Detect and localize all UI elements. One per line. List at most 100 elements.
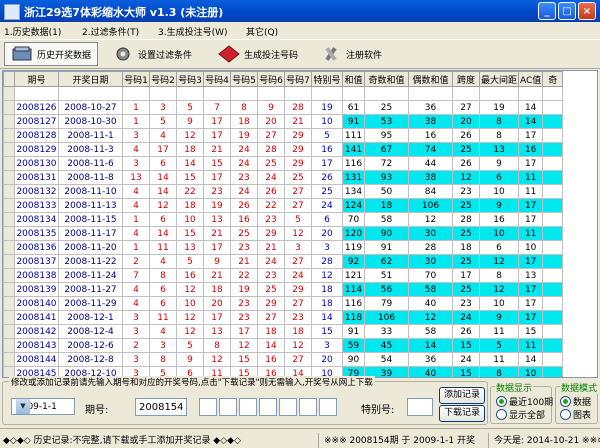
number-cell[interactable]: 3	[122, 128, 150, 143]
number-cell[interactable]: 14	[149, 184, 177, 199]
period-cell[interactable]: 2008130	[14, 156, 59, 171]
number-cell[interactable]: 6	[149, 212, 177, 227]
even-sum-cell[interactable]: 38	[408, 114, 453, 129]
minimize-button[interactable]: _	[538, 2, 556, 20]
ac-value-cell[interactable]: 17	[518, 282, 544, 297]
span-cell[interactable]: 28	[452, 212, 480, 227]
number-input-7[interactable]	[319, 398, 337, 416]
number-cell[interactable]: 4	[122, 142, 150, 157]
number-cell[interactable]: 9	[176, 352, 204, 367]
column-header[interactable]: 和值	[342, 71, 365, 87]
number-cell[interactable]: 10	[176, 296, 204, 311]
table-row[interactable]: 2008134 2008-11-15 1 6 10 13 16 23 5 6 70 58 12 28 16 1…	[3, 212, 564, 227]
special-number-cell[interactable]: 26	[311, 170, 343, 185]
number-cell[interactable]: 18	[230, 114, 258, 129]
number-cell[interactable]: 2	[122, 338, 150, 353]
date-cell[interactable]: 2008-11-3	[58, 142, 123, 157]
number-cell[interactable]: 12	[149, 198, 177, 213]
number-cell[interactable]: 1	[122, 240, 150, 255]
ac-value-cell[interactable]: 17	[518, 254, 544, 269]
overflow-cell[interactable]	[542, 170, 564, 185]
odd-sum-cell[interactable]: 56	[364, 282, 409, 297]
special-number-cell[interactable]: 15	[311, 324, 343, 339]
number-cell[interactable]: 13	[122, 170, 150, 185]
period-cell[interactable]: 2008135	[14, 226, 59, 241]
number-cell[interactable]: 19	[230, 128, 258, 143]
column-header[interactable]: 号码5	[230, 71, 258, 87]
span-cell[interactable]: 25	[452, 254, 480, 269]
date-cell[interactable]: 2008-10-27	[58, 100, 123, 115]
max-gap-cell[interactable]: 9	[478, 198, 520, 213]
row-header[interactable]	[3, 268, 15, 283]
number-cell[interactable]: 4	[149, 254, 177, 269]
number-cell[interactable]: 25	[284, 170, 312, 185]
column-header[interactable]: 号码2	[149, 71, 177, 87]
row-header[interactable]	[3, 198, 15, 213]
number-cell[interactable]: 23	[230, 296, 258, 311]
number-cell[interactable]: 21	[203, 142, 231, 157]
table-row[interactable]: 2008139 2008-11-27 4 6 12 18 19 25 29 18 114 56 58 25…	[3, 282, 564, 297]
number-cell[interactable]: 12	[176, 310, 204, 325]
ac-value-cell[interactable]: 17	[518, 156, 544, 171]
sum-cell[interactable]: 119	[342, 240, 365, 255]
empty-cell[interactable]	[542, 86, 564, 101]
period-cell[interactable]: 2008133	[14, 198, 59, 213]
sum-cell[interactable]: 111	[342, 128, 365, 143]
table-row[interactable]	[3, 86, 564, 101]
menu-other[interactable]: 其它(Q)	[246, 25, 278, 38]
overflow-cell[interactable]	[542, 268, 564, 283]
number-cell[interactable]: 17	[149, 142, 177, 157]
column-header[interactable]: 特别号	[311, 71, 343, 87]
number-cell[interactable]: 9	[257, 100, 285, 115]
number-cell[interactable]: 29	[284, 156, 312, 171]
period-input[interactable]: 2008154	[135, 398, 187, 416]
even-sum-cell[interactable]: 70	[408, 268, 453, 283]
number-cell[interactable]: 8	[203, 338, 231, 353]
sum-cell[interactable]: 124	[342, 198, 365, 213]
span-cell[interactable]: 27	[452, 100, 480, 115]
max-gap-cell[interactable]: 6	[478, 170, 520, 185]
number-cell[interactable]: 15	[203, 156, 231, 171]
number-cell[interactable]: 5	[176, 338, 204, 353]
even-sum-cell[interactable]: 74	[408, 142, 453, 157]
empty-cell[interactable]	[311, 86, 343, 101]
overflow-cell[interactable]	[542, 212, 564, 227]
overflow-cell[interactable]	[542, 296, 564, 311]
max-gap-cell[interactable]: 9	[478, 156, 520, 171]
date-cell[interactable]: 2008-12-4	[58, 324, 123, 339]
row-header[interactable]	[3, 254, 15, 269]
max-gap-cell[interactable]: 8	[478, 268, 520, 283]
number-cell[interactable]: 21	[257, 240, 285, 255]
ac-value-cell[interactable]: 11	[518, 184, 544, 199]
date-cell[interactable]: 2008-11-27	[58, 282, 123, 297]
number-cell[interactable]: 25	[257, 282, 285, 297]
number-cell[interactable]: 22	[257, 198, 285, 213]
odd-sum-cell[interactable]: 93	[364, 170, 409, 185]
special-number-cell[interactable]: 12	[311, 268, 343, 283]
date-cell[interactable]: 2008-11-1	[58, 128, 123, 143]
number-cell[interactable]: 27	[284, 254, 312, 269]
number-cell[interactable]: 8	[149, 268, 177, 283]
odd-sum-cell[interactable]: 91	[364, 240, 409, 255]
number-cell[interactable]: 1	[122, 212, 150, 227]
history-data-button[interactable]: 历史开奖数据	[4, 42, 98, 66]
number-cell[interactable]: 4	[149, 324, 177, 339]
empty-cell[interactable]	[364, 86, 409, 101]
empty-cell[interactable]	[230, 86, 258, 101]
odd-sum-cell[interactable]: 67	[364, 142, 409, 157]
number-cell[interactable]: 18	[284, 324, 312, 339]
number-cell[interactable]: 29	[284, 282, 312, 297]
row-header[interactable]	[3, 128, 15, 143]
date-cell[interactable]: 2008-10-30	[58, 114, 123, 129]
close-button[interactable]: ×	[578, 2, 596, 20]
number-cell[interactable]: 29	[257, 296, 285, 311]
ac-value-cell[interactable]: 13	[518, 268, 544, 283]
number-cell[interactable]: 28	[257, 142, 285, 157]
span-cell[interactable]: 20	[452, 114, 480, 129]
row-header[interactable]	[3, 114, 15, 129]
max-gap-cell[interactable]: 12	[478, 282, 520, 297]
number-cell[interactable]: 16	[176, 268, 204, 283]
sum-cell[interactable]: 131	[342, 170, 365, 185]
number-cell[interactable]: 3	[122, 310, 150, 325]
number-cell[interactable]: 5	[176, 254, 204, 269]
